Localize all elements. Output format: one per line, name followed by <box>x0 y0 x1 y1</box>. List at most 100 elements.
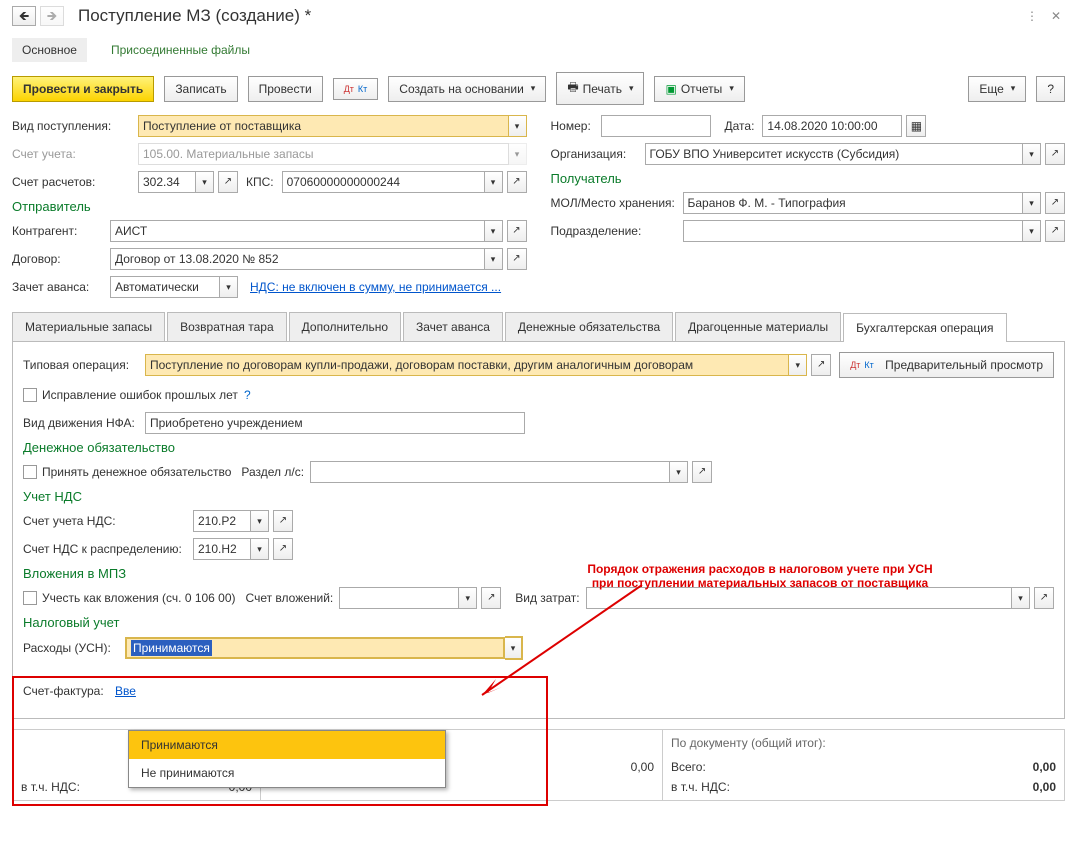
vat-acc-field[interactable]: 210.Р2 <box>193 510 251 532</box>
contract-field[interactable]: Договор от 13.08.2020 № 852 <box>110 248 485 270</box>
tab-mz[interactable]: Материальные запасы <box>12 312 165 341</box>
settle-open[interactable]: ↗ <box>218 171 238 193</box>
settle-field[interactable]: 302.34 <box>138 171 196 193</box>
printer-icon: 🖶 <box>567 78 578 99</box>
post-button[interactable]: Провести <box>248 76 323 102</box>
settle-dropdown[interactable]: ▾ <box>196 171 214 193</box>
kps-label: КПС: <box>246 175 274 189</box>
advance-dropdown[interactable]: ▾ <box>220 276 238 298</box>
type-dropdown[interactable]: ▾ <box>509 115 527 137</box>
typop-field[interactable]: Поступление по договорам купли-продажи, … <box>145 354 789 376</box>
tot2-total: 0,00 <box>631 760 654 774</box>
close-icon[interactable]: ✕ <box>1047 7 1065 25</box>
tot3-total: 0,00 <box>1033 760 1056 774</box>
mpz-checkbox[interactable] <box>23 591 37 605</box>
contragent-field[interactable]: АИСТ <box>110 220 485 242</box>
fix-label: Исправление ошибок прошлых лет <box>42 388 238 402</box>
menu-icon[interactable]: ⋮ <box>1023 7 1041 25</box>
advance-label: Зачет аванса: <box>12 280 110 294</box>
dep-open[interactable]: ↗ <box>1045 220 1065 242</box>
date-label: Дата: <box>725 119 755 133</box>
advance-field[interactable]: Автоматически <box>110 276 220 298</box>
tab-accounting[interactable]: Бухгалтерская операция <box>843 313 1006 342</box>
exp-dropdown-list: Принимаются Не принимаются <box>128 730 446 788</box>
exp-label: Расходы (УСН): <box>23 641 125 655</box>
contract-label: Договор: <box>12 252 110 266</box>
kps-dropdown[interactable]: ▾ <box>485 171 503 193</box>
contragent-dropdown[interactable]: ▾ <box>485 220 503 242</box>
forward-button[interactable]: 🡺 <box>40 6 64 26</box>
exp-field[interactable]: Принимаются <box>125 637 505 659</box>
settle-label: Счет расчетов: <box>12 175 138 189</box>
vat-link[interactable]: НДС: не включен в сумму, не принимается … <box>250 280 501 294</box>
mpz-acc-field[interactable] <box>339 587 459 609</box>
tab-precious[interactable]: Драгоценные материалы <box>675 312 841 341</box>
more-button[interactable]: Еще <box>968 76 1026 102</box>
typop-dropdown[interactable]: ▾ <box>789 354 807 376</box>
vat-dist-dropdown[interactable]: ▾ <box>251 538 269 560</box>
vat-dist-field[interactable]: 210.Н2 <box>193 538 251 560</box>
vat-acc-open[interactable]: ↗ <box>273 510 293 532</box>
section-field[interactable] <box>310 461 670 483</box>
mode-main[interactable]: Основное <box>12 38 87 62</box>
monoblig-section: Денежное обязательство <box>23 440 1054 455</box>
mode-files[interactable]: Присоединенные файлы <box>101 38 260 62</box>
back-button[interactable]: 🡸 <box>12 6 36 26</box>
contragent-label: Контрагент: <box>12 224 110 238</box>
sender-section: Отправитель <box>12 199 527 214</box>
tab-advance[interactable]: Зачет аванса <box>403 312 503 341</box>
section-open[interactable]: ↗ <box>692 461 712 483</box>
dep-field[interactable] <box>683 220 1024 242</box>
calendar-icon[interactable]: ▦ <box>906 115 926 137</box>
contract-dropdown[interactable]: ▾ <box>485 248 503 270</box>
dd-opt-not-accepted[interactable]: Не принимаются <box>129 759 445 787</box>
org-open[interactable]: ↗ <box>1045 143 1065 165</box>
acc-field: 105.00. Материальные запасы <box>138 143 509 165</box>
preview-button[interactable]: ДтКт Предварительный просмотр <box>839 352 1054 378</box>
dep-dropdown[interactable]: ▾ <box>1023 220 1041 242</box>
create-based-button[interactable]: Создать на основании <box>388 76 546 102</box>
tot-h3: По документу (общий итог): <box>671 736 1056 750</box>
mol-dropdown[interactable]: ▾ <box>1023 192 1041 214</box>
print-button[interactable]: 🖶Печать <box>556 72 644 105</box>
vat-dist-label: Счет НДС к распределению: <box>23 542 193 556</box>
reports-button[interactable]: ▣Отчеты <box>654 76 744 102</box>
mpz-type-dropdown[interactable]: ▾ <box>1012 587 1030 609</box>
vat-dist-open[interactable]: ↗ <box>273 538 293 560</box>
contract-open[interactable]: ↗ <box>507 248 527 270</box>
kps-open[interactable]: ↗ <box>507 171 527 193</box>
org-dropdown[interactable]: ▾ <box>1023 143 1041 165</box>
section-dropdown[interactable]: ▾ <box>670 461 688 483</box>
tab-extra[interactable]: Дополнительно <box>289 312 401 341</box>
section-label: Раздел л/с: <box>241 465 304 479</box>
nfa-label: Вид движения НФА: <box>23 416 145 430</box>
org-label: Организация: <box>551 147 645 161</box>
accept-checkbox[interactable] <box>23 465 37 479</box>
vat-section: Учет НДС <box>23 489 1054 504</box>
help-button[interactable]: ? <box>1036 76 1065 102</box>
mpz-type-open[interactable]: ↗ <box>1034 587 1054 609</box>
tab-tara[interactable]: Возвратная тара <box>167 312 287 341</box>
num-field[interactable] <box>601 115 711 137</box>
org-field[interactable]: ГОБУ ВПО Университет искусств (Субсидия) <box>645 143 1024 165</box>
kps-field[interactable]: 07060000000000244 <box>282 171 485 193</box>
typop-open[interactable]: ↗ <box>811 354 831 376</box>
date-field[interactable]: 14.08.2020 10:00:00 <box>762 115 902 137</box>
typop-label: Типовая операция: <box>23 358 145 372</box>
mol-open[interactable]: ↗ <box>1045 192 1065 214</box>
nfa-field[interactable]: Приобретено учреждением <box>145 412 525 434</box>
post-close-button[interactable]: Провести и закрыть <box>12 76 154 102</box>
mol-field[interactable]: Баранов Ф. М. - Типография <box>683 192 1024 214</box>
dtkt-button[interactable]: ДтКт <box>333 78 379 100</box>
write-button[interactable]: Записать <box>164 76 237 102</box>
tab-monoblig[interactable]: Денежные обязательства <box>505 312 673 341</box>
acc-label: Счет учета: <box>12 147 138 161</box>
fix-checkbox[interactable] <box>23 388 37 402</box>
vat-acc-label: Счет учета НДС: <box>23 514 193 528</box>
dd-opt-accepted[interactable]: Принимаются <box>129 731 445 759</box>
vat-acc-dropdown[interactable]: ▾ <box>251 510 269 532</box>
annotation-arrow <box>462 575 662 715</box>
contragent-open[interactable]: ↗ <box>507 220 527 242</box>
type-field[interactable]: Поступление от поставщика <box>138 115 509 137</box>
help-icon[interactable]: ? <box>244 388 251 402</box>
